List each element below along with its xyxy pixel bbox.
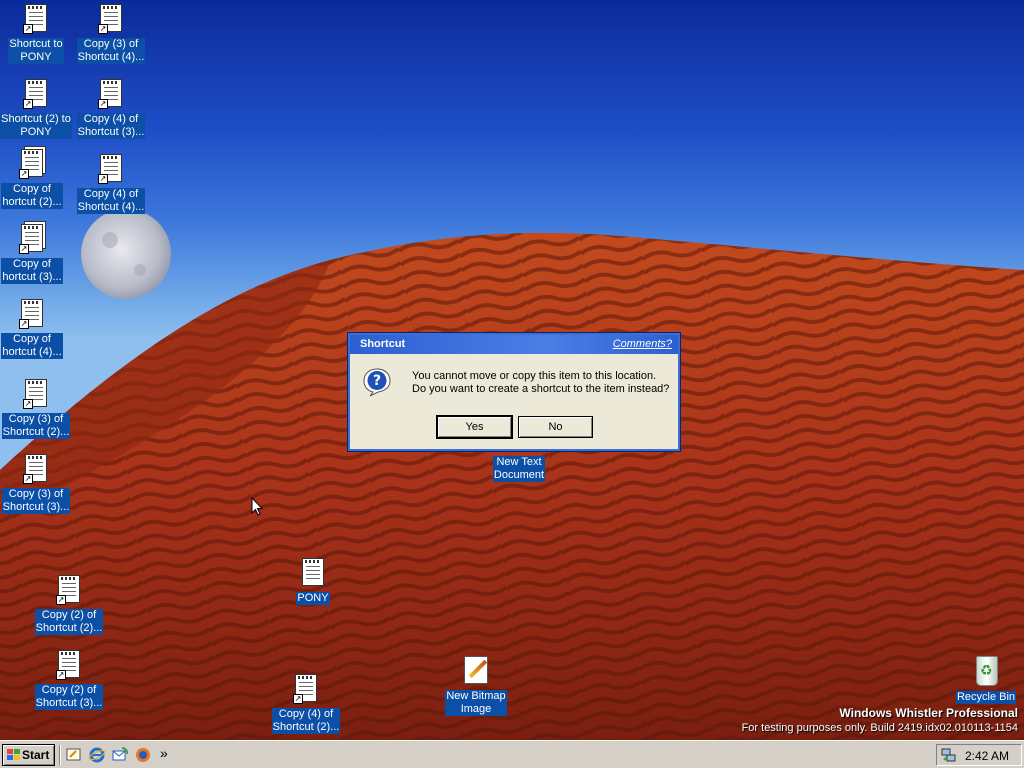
notepad-shortcut-icon: ↗: [20, 453, 52, 485]
icon-label: Copy (2) of Shortcut (3)...: [34, 684, 104, 710]
desktop[interactable]: ↗ Shortcut to PONY ↗ Copy (3) of Shortcu…: [0, 0, 1024, 740]
question-icon: ?: [363, 368, 391, 397]
icon-label: Copy of hortcut (4)...: [1, 333, 63, 359]
desktop-icon-copy-4-shortcut-4[interactable]: ↗ Copy (4) of Shortcut (4)...: [73, 153, 149, 214]
desktop-icon-pony[interactable]: PONY: [275, 557, 351, 605]
notepad-shortcut-icon: ↗: [95, 78, 127, 110]
watermark-build: For testing purposes only. Build 2419.id…: [741, 722, 1018, 734]
stacked-shortcut-icon: ↗: [16, 148, 48, 180]
notepad-shortcut-icon: ↗: [95, 3, 127, 35]
watermark-title: Windows Whistler Professional: [839, 706, 1018, 720]
notepad-shortcut-icon: ↗: [20, 78, 52, 110]
desktop-icon-copy-of-shortcut-2[interactable]: ↗ Copy of hortcut (2)...: [0, 148, 70, 209]
notepad-shortcut-icon: ↗: [20, 3, 52, 35]
bitmap-icon: [460, 655, 492, 687]
desktop-icon-shortcut-2-to-pony[interactable]: ↗ Shortcut (2) to PONY: [0, 78, 74, 139]
dialog-message-line1: You cannot move or copy this item to thi…: [412, 370, 657, 382]
icon-label: Copy (4) of Shortcut (2)...: [271, 708, 341, 734]
desktop-icon-copy-3-shortcut-3[interactable]: ↗ Copy (3) of Shortcut (3)...: [0, 453, 74, 514]
windows-logo-icon: [7, 749, 20, 760]
start-button[interactable]: Start: [2, 744, 55, 766]
internet-explorer-icon[interactable]: [88, 746, 106, 764]
svg-text:?: ?: [373, 373, 381, 389]
quick-launch-chevron[interactable]: »: [160, 745, 178, 763]
mouse-cursor-icon: [251, 497, 263, 516]
dialog-titlebar[interactable]: Shortcut Comments?: [350, 335, 678, 354]
icon-label: Copy (4) of Shortcut (4)...: [76, 188, 146, 214]
dialog-title: Shortcut: [360, 338, 406, 350]
icon-label: PONY: [296, 592, 330, 605]
icon-label: Copy (3) of Shortcut (4)...: [76, 38, 146, 64]
dialog-message: You cannot move or copy this item to thi…: [412, 370, 669, 396]
desktop-icon-copy-4-shortcut-2[interactable]: ↗ Copy (4) of Shortcut (2)...: [268, 673, 344, 734]
icon-label: Copy (4) of Shortcut (3)...: [76, 113, 146, 139]
network-icon[interactable]: [941, 747, 957, 763]
recycle-bin-icon: [970, 656, 1002, 688]
icon-label: Copy of hortcut (2)...: [1, 183, 63, 209]
icon-label: Shortcut (2) to PONY: [0, 113, 72, 139]
stacked-shortcut-icon: ↗: [16, 223, 48, 255]
desktop-icon-copy-of-shortcut-4[interactable]: ↗ Copy of hortcut (4)...: [0, 298, 70, 359]
icon-label: Copy of hortcut (3)...: [1, 258, 63, 284]
icon-label: Copy (3) of Shortcut (2)...: [1, 413, 71, 439]
notepad-shortcut-icon: ↗: [95, 153, 127, 185]
clock[interactable]: 2:42 AM: [965, 749, 1009, 763]
taskbar-separator: [59, 745, 61, 765]
desktop-icon-copy-3-shortcut-2[interactable]: ↗ Copy (3) of Shortcut (2)...: [0, 378, 74, 439]
desktop-icon-copy-2-shortcut-2[interactable]: ↗ Copy (2) of Shortcut (2)...: [31, 574, 107, 635]
icon-label: Copy (2) of Shortcut (2)...: [34, 609, 104, 635]
show-desktop-icon[interactable]: [65, 746, 83, 764]
icon-label: New Text Document: [492, 456, 546, 482]
icon-label: Recycle Bin: [955, 691, 1017, 704]
notepad-shortcut-icon: ↗: [16, 298, 48, 330]
icon-label: Copy (3) of Shortcut (3)...: [1, 488, 71, 514]
notepad-shortcut-icon: ↗: [20, 378, 52, 410]
notepad-shortcut-icon: ↗: [53, 649, 85, 681]
yes-button[interactable]: Yes: [436, 415, 513, 439]
shortcut-dialog: Shortcut Comments? ? You cannot move or …: [347, 332, 681, 452]
comments-link[interactable]: Comments?: [613, 338, 672, 350]
notepad-icon: [297, 557, 329, 589]
notepad-shortcut-icon: ↗: [53, 574, 85, 606]
desktop-icon-new-bitmap-image[interactable]: New Bitmap Image: [438, 655, 514, 716]
icon-label: Shortcut to PONY: [8, 38, 64, 64]
notepad-shortcut-icon: ↗: [290, 673, 322, 705]
no-button[interactable]: No: [518, 416, 593, 438]
dialog-message-line2: Do you want to create a shortcut to the …: [412, 383, 670, 395]
desktop-icon-copy-of-shortcut-3[interactable]: ↗ Copy of hortcut (3)...: [0, 223, 70, 284]
desktop-icon-copy-3-shortcut-4[interactable]: ↗ Copy (3) of Shortcut (4)...: [73, 3, 149, 64]
desktop-icon-copy-4-shortcut-3[interactable]: ↗ Copy (4) of Shortcut (3)...: [73, 78, 149, 139]
system-tray: 2:42 AM: [936, 744, 1022, 766]
outlook-express-icon[interactable]: [111, 746, 129, 764]
desktop-icon-recycle-bin[interactable]: Recycle Bin: [948, 656, 1024, 704]
media-player-icon[interactable]: [134, 746, 152, 764]
icon-label: New Bitmap Image: [445, 690, 507, 716]
desktop-icon-copy-2-shortcut-3[interactable]: ↗ Copy (2) of Shortcut (3)...: [31, 649, 107, 710]
taskbar: Start » 2:42 AM: [0, 740, 1024, 768]
start-label: Start: [22, 748, 50, 762]
desktop-icon-shortcut-to-pony[interactable]: ↗ Shortcut to PONY: [0, 3, 74, 64]
